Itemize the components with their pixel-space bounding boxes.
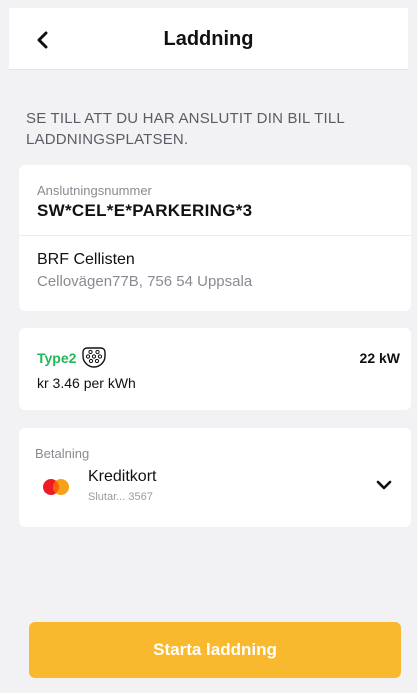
page-title: Laddning <box>163 28 254 50</box>
divider <box>19 235 411 236</box>
connector-type: Type2 <box>37 350 77 366</box>
mastercard-icon <box>43 479 69 495</box>
top-bar: Laddning <box>9 8 408 70</box>
payment-method: Kreditkort <box>88 468 157 485</box>
type2-connector-icon <box>82 347 106 368</box>
site-name: BRF Cellisten <box>37 251 135 268</box>
connection-card: Anslutningsnummer SW*CEL*E*PARKERING*3 B… <box>19 165 411 311</box>
chevron-down-icon[interactable] <box>375 476 393 494</box>
payment-label: Betalning <box>35 446 90 461</box>
site-address: Cellovägen77B, 756 54 Uppsala <box>37 273 253 290</box>
start-charging-button[interactable]: Starta laddning <box>29 622 401 678</box>
payment-card[interactable]: Betalning Kreditkort Slutar... 3567 <box>19 428 411 527</box>
connector-price: kr 3.46 per kWh <box>37 375 136 391</box>
connection-number: SW*CEL*E*PARKERING*3 <box>37 201 253 220</box>
connection-number-label: Anslutningsnummer <box>37 183 152 198</box>
card-ending: Slutar... 3567 <box>88 491 153 503</box>
connector-power: 22 kW <box>359 350 400 366</box>
connect-instruction: SE TILL ATT DU HAR ANSLUTIT DIN BIL TILL… <box>26 110 345 148</box>
connector-card: Type2 22 kW kr 3.46 per kWh <box>19 328 411 410</box>
